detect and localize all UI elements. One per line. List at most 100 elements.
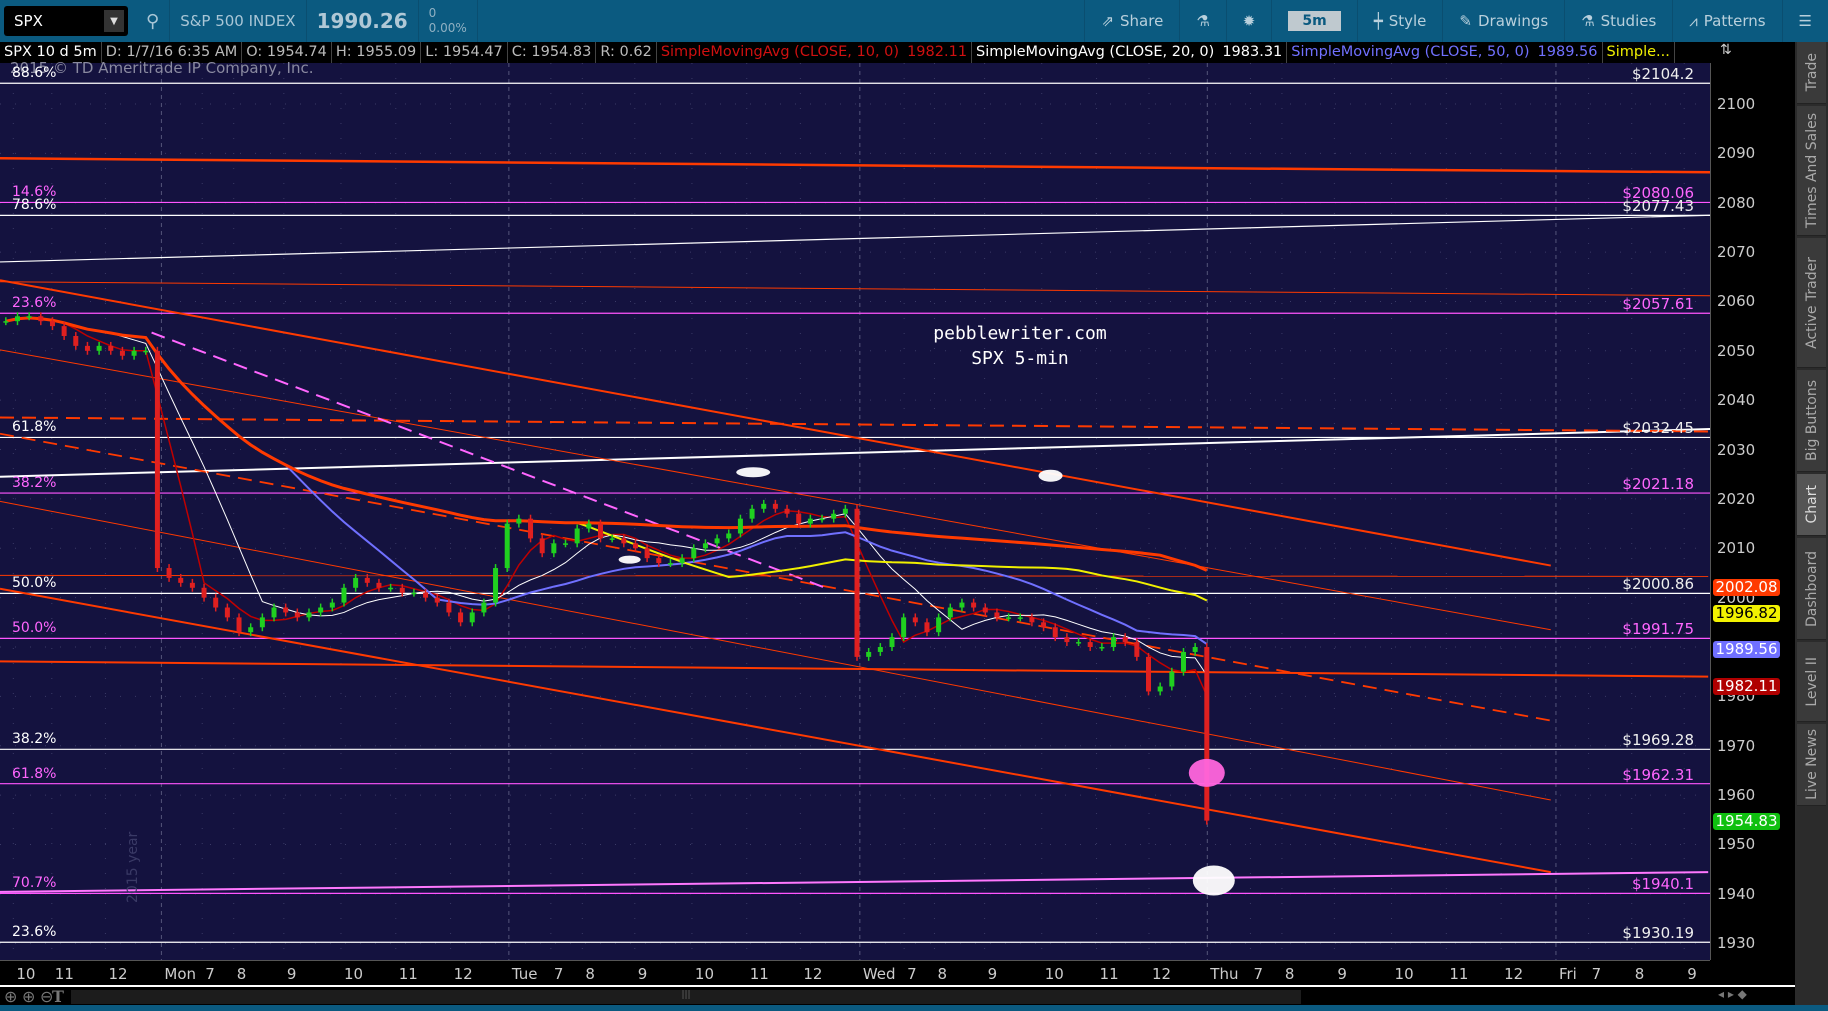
share-button[interactable]: ⇗ Share xyxy=(1084,0,1179,42)
candle-body xyxy=(458,612,464,623)
candle-body xyxy=(131,350,137,356)
legend-sma10[interactable]: SimpleMovingAvg (CLOSE, 10, 0) xyxy=(657,42,903,63)
year-watermark: 2015 year xyxy=(125,831,141,903)
link-icon[interactable]: ⚲ xyxy=(136,0,171,42)
sidebar-tab-times-and-sales[interactable]: Times And Sales xyxy=(1797,106,1826,236)
pct-change: 0.00% xyxy=(428,21,467,35)
candle-body xyxy=(306,612,312,618)
candle-body xyxy=(166,568,172,578)
candle-body xyxy=(236,617,242,633)
chart-annotation: pebblewriter.com SPX 5-min xyxy=(860,321,1180,371)
fib-level-percent: 61.8% xyxy=(12,419,57,436)
price-tick-label: 2100 xyxy=(1717,94,1756,113)
scrollbar-thumb[interactable]: ||| xyxy=(71,990,1301,1004)
symbol-selector[interactable]: SPX ▼ xyxy=(4,6,128,36)
settings-button[interactable]: ✹ xyxy=(1225,0,1272,42)
horizontal-scrollbar[interactable]: ||| xyxy=(66,989,1706,1005)
time-tick-label: 12 xyxy=(803,965,823,983)
candle-body xyxy=(632,543,638,549)
candle-body xyxy=(889,637,895,648)
time-tick-label: 10 xyxy=(694,965,715,983)
sidebar-tab-trade[interactable]: Trade xyxy=(1797,42,1826,104)
drawings-label: Drawings xyxy=(1477,12,1549,30)
legend-low: L: 1954.47 xyxy=(421,42,508,63)
text-tool-icon[interactable]: T xyxy=(52,987,64,1006)
time-tick-label: Thu xyxy=(1210,965,1239,983)
candle-body xyxy=(1087,642,1093,648)
time-tick-label: 9 xyxy=(286,965,297,983)
annotation-title: SPX 5-min xyxy=(971,348,1069,369)
candle-body xyxy=(119,350,125,356)
candle-body xyxy=(772,503,778,509)
candle-body xyxy=(26,316,32,318)
sidebar-tab-chart[interactable]: Chart xyxy=(1797,474,1826,536)
crosshair-icon[interactable]: ⊕ xyxy=(4,987,17,1006)
timeframe-button[interactable]: 5m xyxy=(1271,0,1356,42)
fib-level-price: $2000.86 xyxy=(1622,575,1694,594)
time-tick-label: 12 xyxy=(453,965,473,983)
highlight-marker xyxy=(1192,865,1235,896)
candle-body xyxy=(481,602,487,613)
price-axis[interactable]: 1930194019501960197019801990200020102020… xyxy=(1710,63,1795,960)
candle-body xyxy=(61,326,67,336)
time-tick-label: 11 xyxy=(1449,965,1469,983)
candle-body xyxy=(213,597,219,608)
candle-body xyxy=(1006,617,1012,619)
price-chart[interactable]: 2015 © TD Ameritrade IP Company, Inc. 20… xyxy=(0,59,1808,960)
candle-body xyxy=(259,617,265,628)
zoom-in-icon[interactable]: ⊕ xyxy=(22,987,35,1006)
sidebar-tab-live-news[interactable]: Live News xyxy=(1797,724,1826,806)
scroll-arrows-icon[interactable]: ◂ ▸ ◆ xyxy=(1718,987,1747,1001)
drawings-button[interactable]: ✎ Drawings xyxy=(1442,0,1564,42)
candle-body xyxy=(283,607,289,613)
time-tick-label: 10 xyxy=(1394,965,1414,983)
flask-button[interactable]: ⚗ xyxy=(1179,0,1225,42)
time-tick-label: 11 xyxy=(1099,965,1119,983)
price-tick-label: 2040 xyxy=(1717,391,1756,410)
highlight-marker xyxy=(1188,758,1225,787)
candle-body xyxy=(1052,627,1058,638)
swap-icon[interactable]: ⇅ xyxy=(1710,42,1795,63)
time-tick-label: 9 xyxy=(1687,965,1697,983)
flask-icon: ⚗ xyxy=(1581,12,1595,30)
legend-sma10-value: 1982.11 xyxy=(903,42,973,63)
legend-sma20[interactable]: SimpleMovingAvg (CLOSE, 20, 0) xyxy=(972,42,1218,63)
candle-body xyxy=(936,617,942,633)
candle-body xyxy=(189,582,195,588)
instrument-name: S&P 500 INDEX xyxy=(170,0,307,42)
fib-level-percent: 23.6% xyxy=(12,295,57,312)
candle-body xyxy=(819,518,825,521)
legend-sma50[interactable]: SimpleMovingAvg (CLOSE, 50, 0) xyxy=(1287,42,1533,63)
patterns-button[interactable]: ⩘ Patterns xyxy=(1672,0,1781,42)
price-tick-label: 2050 xyxy=(1717,341,1756,360)
trendline xyxy=(0,587,1551,874)
sidebar-tab-big-buttons[interactable]: Big Buttons xyxy=(1797,370,1826,472)
candle-body xyxy=(924,622,930,633)
price-tag: 1982.11 xyxy=(1713,677,1780,695)
studies-button[interactable]: ⚗ Studies xyxy=(1564,0,1672,42)
legend-more[interactable]: Simple... xyxy=(1603,42,1675,63)
chevron-down-icon[interactable]: ▼ xyxy=(104,10,124,32)
price-tag: 2002.08 xyxy=(1713,579,1780,597)
candle-body xyxy=(726,533,732,539)
time-tick-label: 8 xyxy=(585,965,595,983)
fib-level-price: $1930.19 xyxy=(1622,924,1694,943)
candle-body xyxy=(621,538,627,544)
legend-sma50-value: 1989.56 xyxy=(1534,42,1603,63)
candle-body xyxy=(644,548,650,559)
candle-body xyxy=(318,607,324,613)
sidebar-tab-level-ii[interactable]: Level II xyxy=(1797,642,1826,722)
studies-label: Studies xyxy=(1600,12,1657,30)
candle-body xyxy=(516,518,522,524)
sidebar-tab-dashboard[interactable]: Dashboard xyxy=(1797,538,1826,640)
candle-body xyxy=(1180,651,1186,672)
candle-body xyxy=(154,350,160,569)
time-axis[interactable]: 10 11 12 Mon 7 8 9 10 11 12 Tue 7 8 9 10 11 12 Wed 7 8 9 10 11… xyxy=(0,960,1710,985)
style-button[interactable]: ┿ Style xyxy=(1356,0,1443,42)
price-tick-label: 2010 xyxy=(1717,539,1756,558)
candle-body xyxy=(854,508,860,657)
sidebar-tab-active-trader[interactable]: Active Trader xyxy=(1797,238,1826,368)
trendline xyxy=(0,432,1551,722)
menu-button[interactable]: ☰ xyxy=(1781,0,1828,42)
price-tag: 1954.83 xyxy=(1713,812,1780,830)
